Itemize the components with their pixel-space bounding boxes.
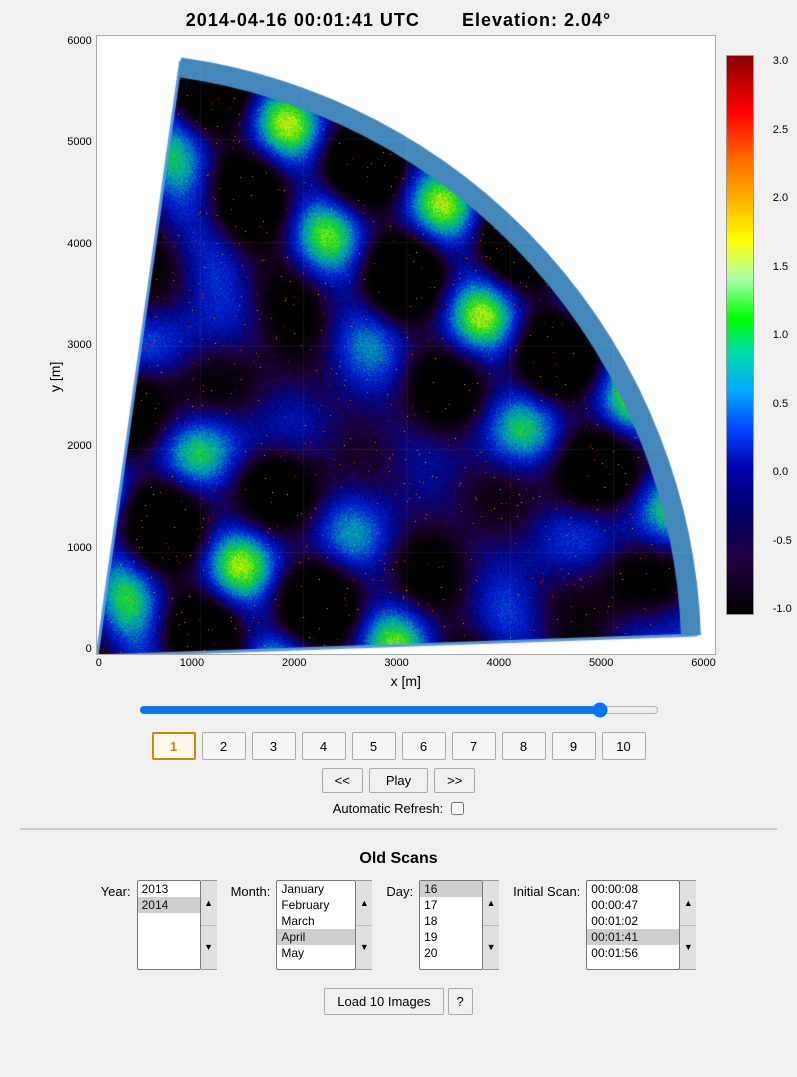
divider bbox=[20, 828, 777, 830]
day-label: Day: bbox=[386, 880, 413, 899]
month-up-arrow[interactable]: ▲ bbox=[356, 881, 372, 926]
x-tick: 5000 bbox=[589, 657, 613, 669]
plot-column: 0 1000 2000 3000 4000 5000 6000 x [m] bbox=[96, 35, 716, 689]
day-arrows: ▲ ▼ bbox=[483, 880, 499, 970]
year-label: Year: bbox=[101, 880, 131, 899]
datetime-label: 2014-04-16 00:01:41 UTC bbox=[186, 10, 420, 30]
action-buttons: Load 10 Images ? bbox=[324, 984, 472, 1015]
frame-button-3[interactable]: 3 bbox=[252, 732, 296, 760]
y-axis-ticks: 6000 5000 4000 3000 2000 1000 0 bbox=[67, 35, 95, 655]
colorbar bbox=[726, 55, 754, 615]
scan-listbox[interactable]: 00:00:0800:00:4700:01:0200:01:4100:01:56 bbox=[586, 880, 680, 970]
day-up-arrow[interactable]: ▲ bbox=[483, 881, 499, 926]
colorbar-tick: 1.0 bbox=[773, 329, 792, 341]
colorbar-tick: 2.5 bbox=[773, 124, 792, 136]
auto-refresh-label: Automatic Refresh: bbox=[333, 801, 444, 816]
x-tick: 6000 bbox=[691, 657, 715, 669]
y-tick: 5000 bbox=[67, 136, 91, 148]
scan-up-arrow[interactable]: ▲ bbox=[680, 881, 696, 926]
x-tick: 3000 bbox=[384, 657, 408, 669]
x-axis-title: x [m] bbox=[391, 673, 421, 689]
frame-button-1[interactable]: 1 bbox=[152, 732, 196, 760]
colorbar-tick: 1.5 bbox=[773, 261, 792, 273]
month-arrows: ▲ ▼ bbox=[356, 880, 372, 970]
month-group: Month: JanuaryFebruaryMarchAprilMay ▲ ▼ bbox=[231, 880, 373, 970]
year-down-arrow[interactable]: ▼ bbox=[201, 926, 217, 970]
next-button[interactable]: >> bbox=[434, 768, 475, 793]
x-tick: 4000 bbox=[487, 657, 511, 669]
frame-buttons: 12345678910 bbox=[152, 732, 646, 760]
scan-label: Initial Scan: bbox=[513, 880, 580, 899]
x-tick: 2000 bbox=[282, 657, 306, 669]
title-row: 2014-04-16 00:01:41 UTC Elevation: 2.04° bbox=[20, 10, 777, 31]
colorbar-wrapper: 3.02.52.01.51.00.50.0-0.5-1.0 bbox=[726, 35, 754, 689]
day-group: Day: 1617181920 ▲ ▼ bbox=[386, 880, 499, 970]
play-button[interactable]: Play bbox=[369, 768, 428, 793]
help-button[interactable]: ? bbox=[448, 988, 473, 1015]
prev-button[interactable]: << bbox=[322, 768, 363, 793]
day-down-arrow[interactable]: ▼ bbox=[483, 926, 499, 970]
y-tick: 3000 bbox=[67, 339, 91, 351]
day-listbox[interactable]: 1617181920 bbox=[419, 880, 483, 970]
nav-buttons: << Play >> bbox=[322, 768, 476, 793]
scan-down-arrow[interactable]: ▼ bbox=[680, 926, 696, 970]
x-axis-ticks: 0 1000 2000 3000 4000 5000 6000 bbox=[96, 655, 716, 671]
radar-plot bbox=[96, 35, 716, 655]
year-up-arrow[interactable]: ▲ bbox=[201, 881, 217, 926]
colorbar-tick: -0.5 bbox=[773, 535, 792, 547]
auto-refresh-row: Automatic Refresh: bbox=[333, 801, 465, 816]
old-scans-section: Old Scans Year: 20132014 ▲ ▼ Month: Janu… bbox=[20, 842, 777, 1023]
y-axis-title: y [m] bbox=[43, 35, 67, 689]
old-scans-controls: Year: 20132014 ▲ ▼ Month: JanuaryFebruar… bbox=[20, 880, 777, 1015]
scan-arrows: ▲ ▼ bbox=[680, 880, 696, 970]
plot-with-ticks: 6000 5000 4000 3000 2000 1000 0 0 1000 2000 3000 4… bbox=[67, 35, 715, 689]
frame-button-9[interactable]: 9 bbox=[552, 732, 596, 760]
radar-canvas bbox=[97, 36, 716, 655]
year-group: Year: 20132014 ▲ ▼ bbox=[101, 880, 217, 970]
colorbar-tick: -1.0 bbox=[773, 603, 792, 615]
main-container: 2014-04-16 00:01:41 UTC Elevation: 2.04°… bbox=[0, 0, 797, 1033]
slider-row bbox=[139, 701, 659, 724]
year-list-with-arrows: 20132014 ▲ ▼ bbox=[137, 880, 217, 970]
y-tick: 1000 bbox=[67, 542, 91, 554]
colorbar-ticks: 3.0 2.5 2.0 1.5 1.0 0.5 0.0 -0.5 -1.0 bbox=[773, 55, 792, 615]
frame-button-5[interactable]: 5 bbox=[352, 732, 396, 760]
month-down-arrow[interactable]: ▼ bbox=[356, 926, 372, 970]
frame-button-4[interactable]: 4 bbox=[302, 732, 346, 760]
month-listbox[interactable]: JanuaryFebruaryMarchAprilMay bbox=[276, 880, 356, 970]
colorbar-tick: 0.5 bbox=[773, 398, 792, 410]
elevation-label: Elevation: 2.04° bbox=[462, 10, 611, 30]
month-label: Month: bbox=[231, 880, 271, 899]
day-list-with-arrows: 1617181920 ▲ ▼ bbox=[419, 880, 499, 970]
frame-button-7[interactable]: 7 bbox=[452, 732, 496, 760]
frame-button-6[interactable]: 6 bbox=[402, 732, 446, 760]
scan-list-with-arrows: 00:00:0800:00:4700:01:0200:01:4100:01:56… bbox=[586, 880, 696, 970]
year-arrows: ▲ ▼ bbox=[201, 880, 217, 970]
scan-group: Initial Scan: 00:00:0800:00:4700:01:0200… bbox=[513, 880, 696, 970]
frame-button-10[interactable]: 10 bbox=[602, 732, 646, 760]
frame-button-2[interactable]: 2 bbox=[202, 732, 246, 760]
frame-button-8[interactable]: 8 bbox=[502, 732, 546, 760]
month-list-with-arrows: JanuaryFebruaryMarchAprilMay ▲ ▼ bbox=[276, 880, 372, 970]
y-tick: 6000 bbox=[67, 35, 91, 47]
chart-area: y [m] 6000 5000 4000 3000 2000 1000 0 0 1000 200… bbox=[20, 35, 777, 689]
load-help-row: Load 10 Images ? bbox=[324, 988, 472, 1015]
x-tick: 0 bbox=[96, 657, 102, 669]
colorbar-tick: 2.0 bbox=[773, 192, 792, 204]
y-tick: 2000 bbox=[67, 440, 91, 452]
frame-slider[interactable] bbox=[139, 701, 659, 719]
colorbar-tick: 3.0 bbox=[773, 55, 792, 67]
year-listbox[interactable]: 20132014 bbox=[137, 880, 201, 970]
auto-refresh-checkbox[interactable] bbox=[451, 802, 464, 815]
x-tick: 1000 bbox=[180, 657, 204, 669]
controls-section: 12345678910 << Play >> Automatic Refresh… bbox=[20, 701, 777, 816]
y-tick: 4000 bbox=[67, 238, 91, 250]
colorbar-tick: 0.0 bbox=[773, 466, 792, 478]
load-images-button[interactable]: Load 10 Images bbox=[324, 988, 443, 1015]
y-tick: 0 bbox=[67, 643, 91, 655]
old-scans-title: Old Scans bbox=[359, 850, 437, 868]
